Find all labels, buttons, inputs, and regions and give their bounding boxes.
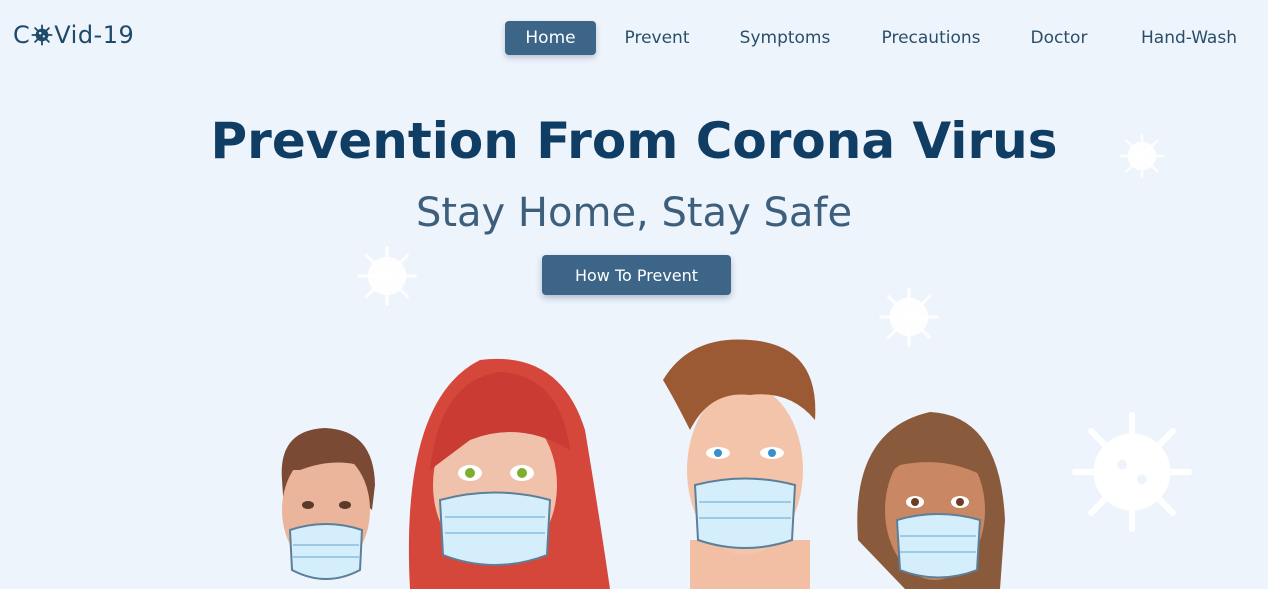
nav-item-precautions[interactable]: Precautions (873, 21, 989, 55)
hero-title: Prevention From Corona Virus (210, 112, 1058, 170)
coronavirus-icon (31, 24, 53, 46)
red-hair-woman-figure (408, 358, 610, 589)
nav-item-symptoms[interactable]: Symptoms (733, 21, 837, 55)
logo-prefix: C (13, 21, 31, 49)
how-to-prevent-button[interactable]: How To Prevent (542, 255, 731, 295)
boy-figure (281, 428, 375, 580)
logo[interactable]: C Vid-19 (13, 21, 134, 49)
background-virus-icon (879, 287, 939, 347)
brown-hair-woman-figure (857, 412, 1005, 589)
background-virus-icon (1071, 411, 1193, 533)
nav-item-prevent[interactable]: Prevent (617, 21, 697, 55)
nav-item-home[interactable]: Home (505, 21, 596, 55)
logo-suffix: Vid-19 (54, 21, 135, 49)
nav-item-doctor[interactable]: Doctor (1026, 21, 1092, 55)
nav-item-hand-wash[interactable]: Hand-Wash (1132, 21, 1246, 55)
man-figure (663, 339, 816, 589)
background-virus-icon (357, 246, 417, 306)
hero-subtitle: Stay Home, Stay Safe (415, 190, 853, 236)
